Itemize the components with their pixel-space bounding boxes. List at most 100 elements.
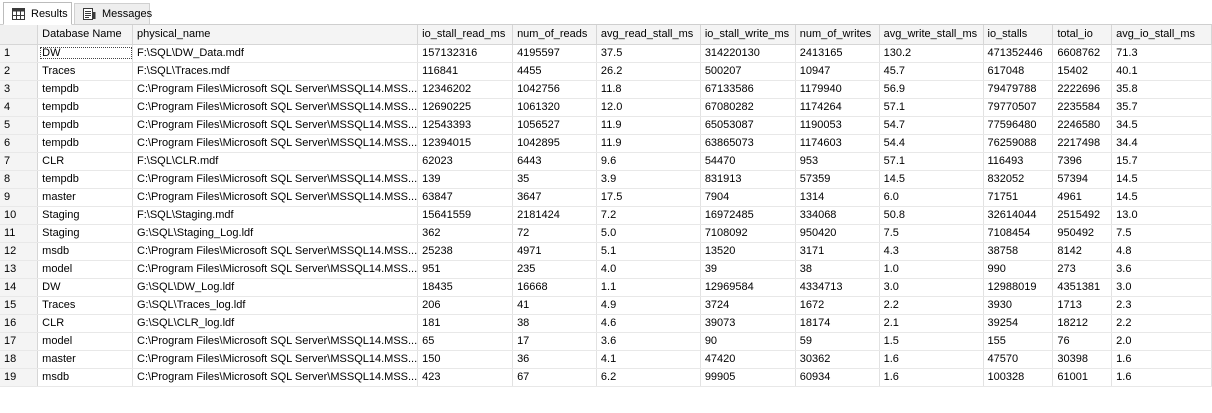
table-cell[interactable]: 57.1 (879, 152, 984, 171)
table-cell[interactable]: 2222696 (1052, 80, 1113, 99)
table-cell[interactable]: 12346202 (417, 80, 514, 99)
column-header[interactable]: physical_name (132, 25, 419, 45)
table-cell[interactable]: Staging (37, 206, 133, 225)
table-cell[interactable]: 15402 (1052, 62, 1113, 81)
table-row[interactable]: 7 CLR F:\SQL\CLR.mdf 62023 6443 9.6 54470 953 57… (0, 152, 1212, 171)
table-cell[interactable]: 6608762 (1052, 44, 1113, 63)
table-cell[interactable]: 41 (512, 296, 597, 315)
table-cell[interactable]: 1179940 (795, 80, 880, 99)
table-row[interactable]: 13 model C:\Program Files\Microsoft SQL Se… (0, 260, 1212, 279)
table-row[interactable]: 19 msdb C:\Program Files\Microsoft SQL Ser… (0, 368, 1212, 387)
table-cell[interactable]: 15641559 (417, 206, 514, 225)
table-cell[interactable]: 71.3 (1111, 44, 1212, 63)
table-cell[interactable]: 1.6 (879, 350, 984, 369)
table-cell[interactable]: 471352446 (983, 44, 1054, 63)
table-cell[interactable]: 4351381 (1052, 278, 1113, 297)
column-header[interactable]: num_of_reads (512, 25, 597, 45)
table-cell[interactable]: 9.6 (596, 152, 701, 171)
column-header[interactable]: avg_io_stall_ms (1111, 25, 1212, 45)
table-cell[interactable]: 4.6 (596, 314, 701, 333)
table-cell[interactable]: 4.3 (879, 242, 984, 261)
table-cell[interactable]: 831913 (700, 170, 796, 189)
table-cell[interactable]: 36 (512, 350, 597, 369)
table-cell[interactable]: 90 (700, 332, 796, 351)
table-cell[interactable]: 181 (417, 314, 514, 333)
table-cell[interactable]: 17 (512, 332, 597, 351)
table-cell[interactable]: 100328 (983, 368, 1054, 387)
column-header[interactable]: avg_write_stall_ms (879, 25, 984, 45)
table-cell[interactable]: 2235584 (1052, 98, 1113, 117)
table-cell[interactable]: msdb (37, 368, 133, 387)
row-number[interactable]: 11 (0, 224, 39, 243)
table-cell[interactable]: 950420 (795, 224, 880, 243)
table-cell[interactable]: 67133586 (700, 80, 796, 99)
table-cell[interactable]: C:\Program Files\Microsoft SQL Server\MS… (132, 188, 419, 207)
table-cell[interactable]: 4195597 (512, 44, 597, 63)
table-cell[interactable]: 4961 (1052, 188, 1113, 207)
table-cell[interactable]: 7396 (1052, 152, 1113, 171)
table-cell[interactable]: 3647 (512, 188, 597, 207)
table-cell[interactable]: 1042756 (512, 80, 597, 99)
table-cell[interactable]: 206 (417, 296, 514, 315)
row-number[interactable]: 18 (0, 350, 39, 369)
table-cell[interactable]: DW (37, 278, 133, 297)
table-cell[interactable]: C:\Program Files\Microsoft SQL Server\MS… (132, 260, 419, 279)
table-cell[interactable]: 38758 (983, 242, 1054, 261)
table-cell[interactable]: 1713 (1052, 296, 1113, 315)
table-cell[interactable]: 2.2 (1111, 314, 1212, 333)
table-cell[interactable]: 157132316 (417, 44, 514, 63)
table-cell[interactable]: 26.2 (596, 62, 701, 81)
table-cell[interactable]: 116841 (417, 62, 514, 81)
table-cell[interactable]: 18212 (1052, 314, 1113, 333)
table-cell[interactable]: 18435 (417, 278, 514, 297)
table-cell[interactable]: 1174264 (795, 98, 880, 117)
table-cell[interactable]: 4.0 (596, 260, 701, 279)
row-number[interactable]: 6 (0, 134, 39, 153)
table-cell[interactable]: 500207 (700, 62, 796, 81)
table-cell[interactable]: 14.5 (879, 170, 984, 189)
table-cell[interactable]: 4.8 (1111, 242, 1212, 261)
table-cell[interactable]: CLR (37, 152, 133, 171)
table-cell[interactable]: Traces (37, 296, 133, 315)
table-cell[interactable]: 11.9 (596, 134, 701, 153)
table-cell[interactable]: 15.7 (1111, 152, 1212, 171)
results-grid[interactable]: Database Name physical_name io_stall_rea… (0, 25, 1212, 413)
table-cell[interactable]: G:\SQL\Staging_Log.ldf (132, 224, 419, 243)
table-cell[interactable]: 12988019 (983, 278, 1054, 297)
row-number[interactable]: 8 (0, 170, 39, 189)
table-row[interactable]: 1 DW F:\SQL\DW_Data.mdf 157132316 4195597 37.… (0, 44, 1212, 63)
table-cell[interactable]: 18174 (795, 314, 880, 333)
table-cell[interactable]: 54.7 (879, 116, 984, 135)
table-cell[interactable]: 139 (417, 170, 514, 189)
column-header[interactable]: io_stall_write_ms (700, 25, 796, 45)
table-cell[interactable]: 116493 (983, 152, 1054, 171)
table-cell[interactable]: 67080282 (700, 98, 796, 117)
table-cell[interactable]: 7.5 (1111, 224, 1212, 243)
table-cell[interactable]: 35.8 (1111, 80, 1212, 99)
table-cell[interactable]: 950492 (1052, 224, 1113, 243)
table-cell[interactable]: tempdb (37, 98, 133, 117)
table-cell[interactable]: 1174603 (795, 134, 880, 153)
table-cell[interactable]: C:\Program Files\Microsoft SQL Server\MS… (132, 134, 419, 153)
table-cell[interactable]: 38 (795, 260, 880, 279)
row-number[interactable]: 3 (0, 80, 39, 99)
table-cell[interactable]: 7.5 (879, 224, 984, 243)
table-cell[interactable]: 130.2 (879, 44, 984, 63)
table-row[interactable]: 16 CLR G:\SQL\CLR_log.ldf 181 38 4.6 39073 1817… (0, 314, 1212, 333)
table-cell[interactable]: 1.6 (1111, 350, 1212, 369)
table-cell[interactable]: 314220130 (700, 44, 796, 63)
table-cell[interactable]: 45.7 (879, 62, 984, 81)
table-cell[interactable]: 1.5 (879, 332, 984, 351)
header-corner[interactable] (0, 25, 39, 45)
row-number[interactable]: 14 (0, 278, 39, 297)
table-cell[interactable]: 63865073 (700, 134, 796, 153)
row-number[interactable]: 4 (0, 98, 39, 117)
table-cell[interactable]: 50.8 (879, 206, 984, 225)
table-cell[interactable]: 2.0 (1111, 332, 1212, 351)
table-cell[interactable]: 12969584 (700, 278, 796, 297)
table-cell[interactable]: 2181424 (512, 206, 597, 225)
table-cell[interactable]: 423 (417, 368, 514, 387)
row-number[interactable]: 19 (0, 368, 39, 387)
table-cell[interactable]: 57.1 (879, 98, 984, 117)
table-cell[interactable]: 8142 (1052, 242, 1113, 261)
